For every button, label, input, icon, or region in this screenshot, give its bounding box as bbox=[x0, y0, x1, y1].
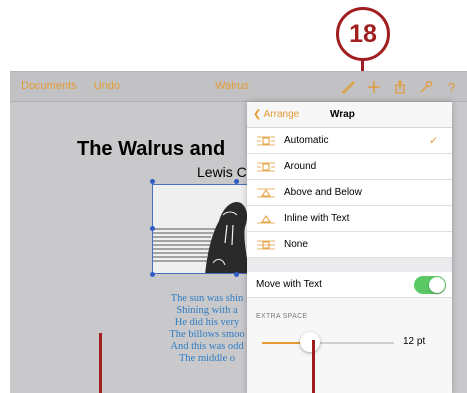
back-label: Arrange bbox=[263, 109, 300, 120]
checkmark-icon: ✓ bbox=[429, 135, 439, 147]
callout-leader-line bbox=[312, 340, 315, 393]
move-with-text-label: Move with Text bbox=[256, 279, 322, 290]
paintbrush-icon[interactable] bbox=[336, 76, 360, 98]
section-gap bbox=[247, 258, 452, 272]
move-with-text-row: Move with Text bbox=[247, 272, 452, 298]
wrap-option-label: Above and Below bbox=[284, 187, 362, 198]
extra-space-slider-track[interactable] bbox=[262, 342, 394, 344]
wrap-option-label: None bbox=[284, 239, 308, 250]
wrap-inline-icon bbox=[257, 215, 275, 224]
toggle-knob bbox=[429, 277, 445, 293]
poem-line: He did his very bbox=[174, 317, 240, 328]
plus-icon[interactable] bbox=[362, 76, 386, 98]
toolbar-icons: ? bbox=[336, 76, 466, 98]
walrus-image[interactable] bbox=[152, 184, 248, 274]
selection-handle[interactable] bbox=[150, 272, 155, 277]
documents-button[interactable]: Documents bbox=[21, 80, 77, 92]
extra-space-label: EXTRA SPACE bbox=[256, 313, 308, 320]
share-icon[interactable] bbox=[388, 76, 412, 98]
wrap-above-below-icon bbox=[257, 188, 275, 198]
popover-header: ❮ Arrange Wrap bbox=[247, 102, 452, 128]
chevron-left-icon: ❮ bbox=[253, 109, 262, 120]
wrap-around-icon bbox=[257, 162, 275, 172]
callout-leader-line bbox=[99, 333, 102, 393]
poem-line: The middle o bbox=[179, 353, 235, 364]
callout-number: 18 bbox=[336, 7, 390, 61]
selection-handle[interactable] bbox=[150, 179, 155, 184]
help-icon[interactable]: ? bbox=[440, 76, 464, 98]
selection-handle[interactable] bbox=[234, 179, 239, 184]
wrap-none-icon bbox=[257, 240, 275, 250]
wrap-option-above-below[interactable]: Above and Below bbox=[247, 180, 452, 206]
wrap-option-inline[interactable]: Inline with Text bbox=[247, 206, 452, 232]
poem-line: The sun was shin bbox=[170, 293, 244, 304]
svg-text:?: ? bbox=[448, 80, 455, 95]
back-arrange-button[interactable]: ❮ Arrange bbox=[253, 109, 299, 120]
poem-line: And this was odd bbox=[170, 341, 244, 352]
poem-line: The billows smoo bbox=[169, 329, 245, 340]
doc-author: Lewis C bbox=[197, 164, 247, 180]
extra-space-value: 12 pt bbox=[403, 336, 426, 347]
toolbar: Documents Undo Walrus ? bbox=[10, 72, 467, 102]
popover-title: Wrap bbox=[330, 109, 355, 120]
wrap-automatic-icon bbox=[257, 136, 275, 146]
wrap-option-label: Around bbox=[284, 161, 317, 172]
toolbar-left: Documents Undo bbox=[21, 80, 134, 92]
wrap-option-label: Inline with Text bbox=[284, 213, 350, 224]
wrap-option-around[interactable]: Around bbox=[247, 154, 452, 180]
wrap-option-automatic[interactable]: Automatic ✓ bbox=[247, 128, 452, 154]
selection-handle[interactable] bbox=[234, 272, 239, 277]
doc-heading: The Walrus and bbox=[77, 138, 226, 160]
wrap-popover: ❮ Arrange Wrap Automatic ✓ Around Above … bbox=[247, 102, 452, 393]
wrap-option-label: Automatic bbox=[284, 135, 329, 146]
selection-handle[interactable] bbox=[150, 226, 155, 231]
undo-button[interactable]: Undo bbox=[94, 80, 120, 92]
ipad-screen: Documents Undo Walrus ? The Walrus and L… bbox=[10, 71, 467, 393]
document-title[interactable]: Walrus bbox=[212, 80, 252, 92]
poem-line: Shining with a bbox=[176, 305, 238, 316]
wrap-option-none[interactable]: None bbox=[247, 232, 452, 258]
move-with-text-toggle[interactable] bbox=[414, 276, 446, 294]
extra-space-slider-knob[interactable] bbox=[299, 332, 320, 352]
poem-text: The sun was shin Shining with a He did h… bbox=[152, 293, 262, 365]
wrench-icon[interactable] bbox=[414, 76, 438, 98]
